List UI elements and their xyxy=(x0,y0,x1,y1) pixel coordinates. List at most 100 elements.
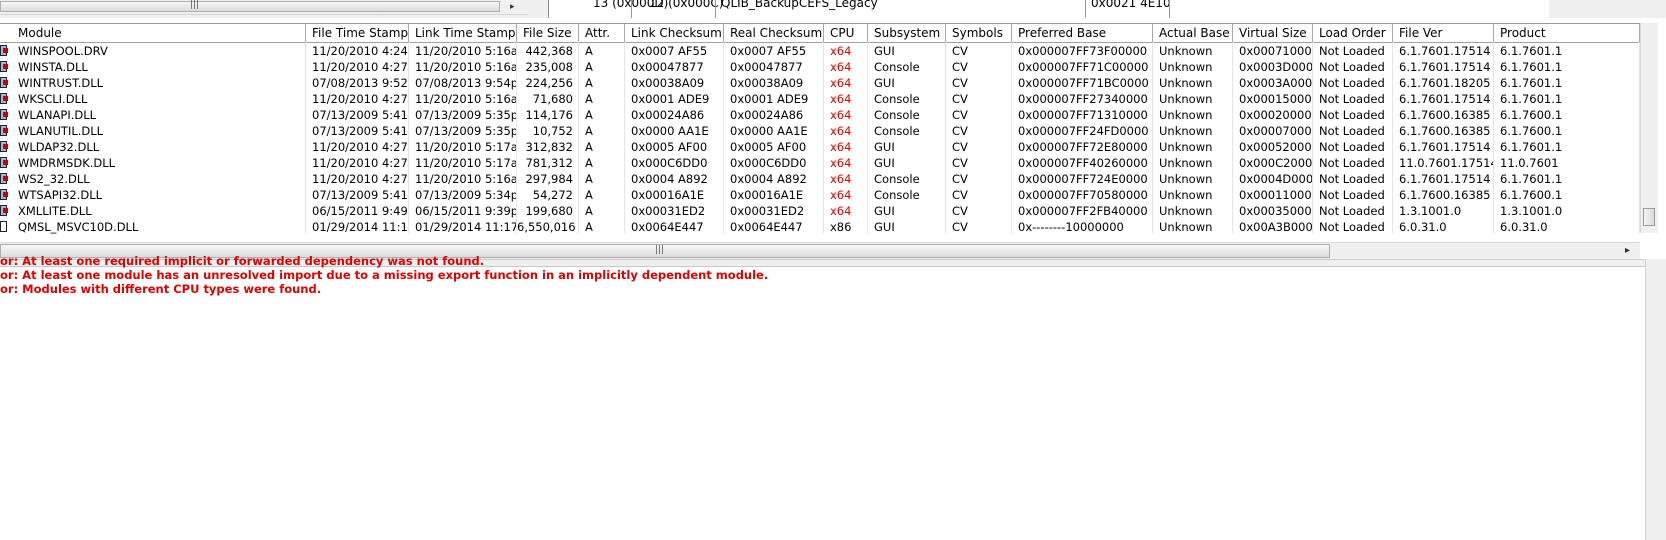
table-row[interactable]: WINTRUST.DLL 07/08/2013 9:52p 07/08/2013 9… xyxy=(0,75,1640,91)
col-file-size-header[interactable]: File Size xyxy=(517,24,579,42)
col-real-checksum-header[interactable]: Real Checksum xyxy=(724,24,824,42)
vertical-scrollbar-thumb[interactable] xyxy=(1643,208,1655,226)
col-real-checksum-cell: 0x0001 ADE9 xyxy=(730,92,809,106)
module-list-header: Module File Time Stamp Link Time Stamp File… xyxy=(0,24,1640,43)
col-link-time-stamp-cell: 07/13/2009 5:35p xyxy=(415,124,517,138)
col-load-order-cell: Not Loaded xyxy=(1319,76,1385,90)
col-preferred-base-cell: 0x000007FF40260000 xyxy=(1018,156,1148,170)
col-virtual-size-cell: 0x000C2000 xyxy=(1239,156,1313,170)
col-actual-base-cell: Unknown xyxy=(1159,188,1213,202)
col-symbols-cell: CV xyxy=(952,108,968,122)
col-file-time-stamp-cell: 06/15/2011 9:49p xyxy=(312,204,409,218)
col-attr-cell: A xyxy=(585,76,593,90)
col-cpu-cell: x64 xyxy=(830,92,852,106)
log-message: or: At least one module has an unresolve… xyxy=(0,268,769,282)
col-file-time-stamp-cell: 11/20/2010 4:24a xyxy=(312,44,409,58)
col-attr-cell: A xyxy=(585,140,593,154)
col-subsystem-cell: Console xyxy=(874,188,920,202)
col-preferred-base-header[interactable]: Preferred Base xyxy=(1012,24,1153,42)
table-row[interactable]: WKSCLI.DLL 11/20/2010 4:27a 11/20/2010 5:1… xyxy=(0,91,1640,107)
col-symbols-header[interactable]: Symbols xyxy=(946,24,1012,42)
table-row[interactable]: WINSPOOL.DRV 11/20/2010 4:24a 11/20/2010 5… xyxy=(0,43,1640,59)
col-subsystem-cell: Console xyxy=(874,60,920,74)
col-subsystem-cell: Console xyxy=(874,108,920,122)
col-subsystem-cell: Console xyxy=(874,92,920,106)
table-row[interactable]: WLDAP32.DLL 11/20/2010 4:27a 11/20/2010 5:… xyxy=(0,139,1640,155)
col-product-cell: 11.0.7601 xyxy=(1500,156,1559,170)
top-scrollbar-thumb[interactable] xyxy=(0,1,500,12)
log-pane[interactable]: or: At least one required implicit or fo… xyxy=(0,254,1645,540)
chevron-right-icon[interactable]: ▸ xyxy=(1625,243,1630,259)
col-module-cell: WMDRMSDK.DLL xyxy=(18,156,116,170)
col-virtual-size-cell: 0x00052000 xyxy=(1239,140,1312,154)
col-product-cell: 6.0.31.0 xyxy=(1500,220,1548,234)
col-actual-base-header[interactable]: Actual Base xyxy=(1153,24,1233,42)
col-file-ver-cell: 6.1.7601.17514 xyxy=(1399,172,1491,186)
col-attr-header[interactable]: Attr. xyxy=(579,24,625,42)
col-cpu-cell: x64 xyxy=(830,204,852,218)
log-message: or: Modules with different CPU types wer… xyxy=(0,282,322,296)
col-product-cell: 6.1.7601.1 xyxy=(1500,44,1563,58)
col-real-checksum-cell: 0x0000 AA1E xyxy=(730,124,808,138)
table-row[interactable]: WLANUTIL.DLL 07/13/2009 5:41p 07/13/2009 5… xyxy=(0,123,1640,139)
col-product-cell: 6.1.7601.1 xyxy=(1500,92,1563,106)
col-virtual-size-header[interactable]: Virtual Size xyxy=(1233,24,1313,42)
chevron-right-icon[interactable]: ▸ xyxy=(510,0,515,14)
table-row[interactable]: WLANAPI.DLL 07/13/2009 5:41p 07/13/2009 5:… xyxy=(0,107,1640,123)
col-real-checksum-cell: 0x00047877 xyxy=(730,60,803,74)
col-product-cell: 6.1.7601.1 xyxy=(1500,60,1563,74)
col-product-header[interactable]: Product xyxy=(1494,24,1640,42)
col-link-time-stamp-header[interactable]: Link Time Stamp xyxy=(409,24,517,42)
table-row[interactable]: WTSAPI32.DLL 07/13/2009 5:41p 07/13/2009 5… xyxy=(0,187,1640,203)
col-attr-cell: A xyxy=(585,60,593,74)
col-load-order-cell: Not Loaded xyxy=(1319,140,1385,154)
col-cpu-header[interactable]: CPU xyxy=(824,24,868,42)
col-module-header[interactable]: Module xyxy=(12,24,306,42)
col-link-checksum-cell: 0x0005 AF00 xyxy=(631,140,708,154)
col-actual-base-cell: Unknown xyxy=(1159,92,1213,106)
col-link-time-stamp-cell: 07/13/2009 5:35p xyxy=(415,108,517,122)
col-cpu-cell: x86 xyxy=(830,220,852,234)
top-horizontal-scrollbar[interactable]: ||| ▸ xyxy=(0,0,528,15)
col-subsystem-header[interactable]: Subsystem xyxy=(868,24,946,42)
top-list-row[interactable]: 13 (0x000D) 12 (0x000C) QLIB_BackupCEFS_… xyxy=(548,0,1549,18)
col-product-cell: 1.3.1001.0 xyxy=(1500,204,1563,218)
col-file-time-stamp-cell: 07/13/2009 5:41p xyxy=(312,124,409,138)
col-file-time-stamp-cell: 11/20/2010 4:27a xyxy=(312,60,409,74)
table-row[interactable]: WS2_32.DLL 11/20/2010 4:27a 11/20/2010 5:1… xyxy=(0,171,1640,187)
col-file-time-stamp-cell: 07/08/2013 9:52p xyxy=(312,76,409,90)
col-actual-base-cell: Unknown xyxy=(1159,156,1213,170)
col-file-size-cell: 71,680 xyxy=(532,92,573,106)
col-link-checksum-cell: 0x0004 A892 xyxy=(631,172,708,186)
table-row[interactable]: QMSL_MSVC10D.DLL 01/29/2014 11:17a 01/29/2… xyxy=(0,219,1640,234)
col-preferred-base-cell: 0x000007FF71310000 xyxy=(1018,108,1148,122)
column-gridline xyxy=(823,42,824,234)
col-symbols-cell: CV xyxy=(952,204,968,218)
col-file-ver-header[interactable]: File Ver xyxy=(1393,24,1494,42)
col-virtual-size-cell: 0x0003D000 xyxy=(1239,60,1313,74)
col-link-checksum-cell: 0x00016A1E xyxy=(631,188,705,202)
col-link-checksum-cell: 0x00031ED2 xyxy=(631,204,706,218)
col-attr-cell: A xyxy=(585,172,593,186)
table-row[interactable]: WINSTA.DLL 11/20/2010 4:27a 11/20/2010 5:1… xyxy=(0,59,1640,75)
col-cpu-cell: x64 xyxy=(830,60,852,74)
col-subsystem-cell: GUI xyxy=(874,140,895,154)
module-list[interactable]: Module File Time Stamp Link Time Stamp File… xyxy=(0,23,1640,234)
col-preferred-base-cell: 0x000007FF71BC0000 xyxy=(1018,76,1149,90)
col-symbols-cell: CV xyxy=(952,188,968,202)
col-file-time-stamp-cell: 07/13/2009 5:41p xyxy=(312,108,409,122)
table-row[interactable]: WMDRMSDK.DLL 11/20/2010 4:27a 11/20/2010 5… xyxy=(0,155,1640,171)
col-symbols-cell: CV xyxy=(952,76,968,90)
col-real-checksum-cell: 0x00024A86 xyxy=(730,108,804,122)
module-list-body: WINSPOOL.DRV 11/20/2010 4:24a 11/20/2010 5… xyxy=(0,43,1640,234)
col-virtual-size-cell: 0x00015000 xyxy=(1239,92,1312,106)
col-file-time-stamp-header[interactable]: File Time Stamp xyxy=(306,24,409,42)
col-subsystem-cell: Console xyxy=(874,172,920,186)
col-file-size-cell: 297,984 xyxy=(525,172,573,186)
col-link-time-stamp-cell: 11/20/2010 5:16a xyxy=(415,44,517,58)
module-list-vertical-scrollbar[interactable] xyxy=(1640,23,1658,233)
table-row[interactable]: XMLLITE.DLL 06/15/2011 9:49p 06/15/2011 9:… xyxy=(0,203,1640,219)
column-gridline xyxy=(1152,42,1153,234)
col-link-checksum-header[interactable]: Link Checksum xyxy=(625,24,724,42)
col-load-order-header[interactable]: Load Order xyxy=(1313,24,1393,42)
